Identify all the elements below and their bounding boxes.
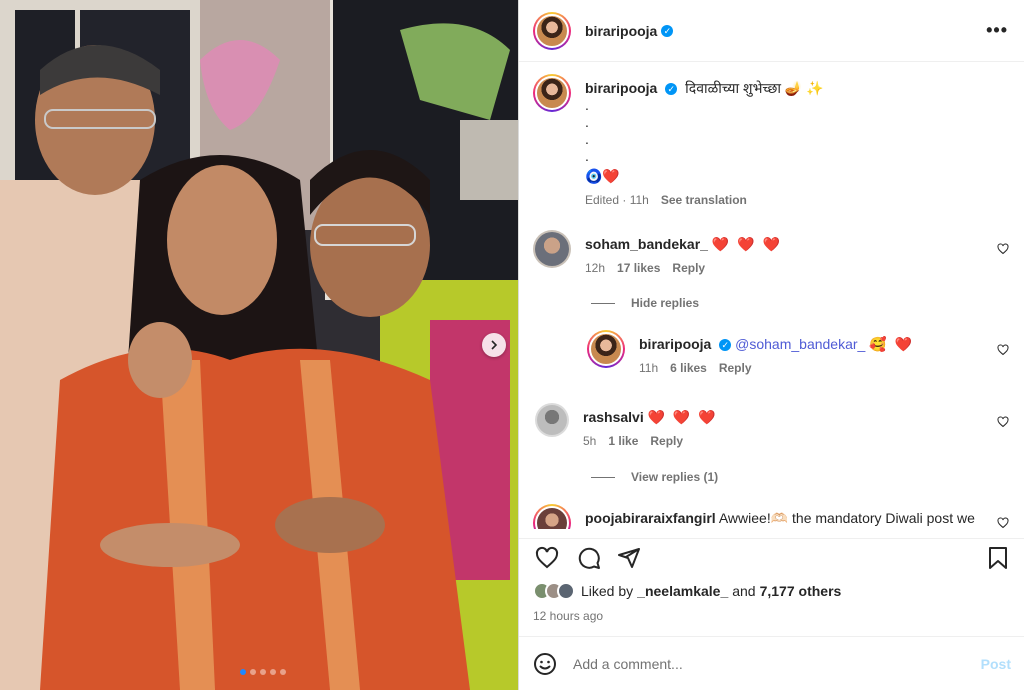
comment-text: ❤️ ❤️ ❤️ xyxy=(711,236,782,252)
heart-icon[interactable] xyxy=(535,546,559,570)
reply-button[interactable]: Reply xyxy=(719,361,752,375)
carousel-dots xyxy=(240,669,286,675)
caption-emojis: 🧿❤️ xyxy=(585,168,620,184)
comment-text: Awwiee!🫶🏻 the mandatory Diwali post we xyxy=(718,510,975,526)
post-comment-button[interactable]: Post xyxy=(981,656,1011,672)
post-details-panel: biraripooja ✓ ••• biraripooja ✓ दिवाळीच्… xyxy=(518,0,1024,690)
action-bar xyxy=(519,538,1024,576)
family-photo xyxy=(0,0,518,690)
caption: biraripooja ✓ दिवाळीच्या शुभेच्छा 🪔 ✨ . … xyxy=(533,74,824,207)
comment-like-heart-icon[interactable] xyxy=(997,344,1009,356)
comment-input[interactable] xyxy=(573,655,981,672)
author-avatar[interactable] xyxy=(533,11,571,50)
carousel-dot[interactable] xyxy=(260,669,266,675)
caption-username[interactable]: biraripooja xyxy=(585,80,657,96)
comments-scroll-area[interactable]: biraripooja ✓ दिवाळीच्या शुभेच्छा 🪔 ✨ . … xyxy=(519,62,1024,529)
carousel-dot[interactable] xyxy=(280,669,286,675)
comment-likes[interactable]: 17 likes xyxy=(617,261,660,275)
likes-count[interactable]: 7,177 others xyxy=(760,583,842,599)
liked-by-and: and xyxy=(732,583,756,599)
commenter-username[interactable]: rashsalvi xyxy=(583,409,644,425)
caption-edited-time: Edited · 11h xyxy=(585,193,649,207)
commenter-avatar[interactable] xyxy=(535,403,569,437)
more-options-icon[interactable]: ••• xyxy=(986,20,1008,41)
comment-item: soham_bandekar_ ❤️ ❤️ ❤️ 12h 17 likes Re… xyxy=(533,230,782,275)
send-icon[interactable] xyxy=(617,546,641,570)
reply-button[interactable]: Reply xyxy=(672,261,705,275)
reply-item: biraripooja ✓ @soham_bandekar_ 🥰 ❤️ 11h … xyxy=(587,330,914,375)
liked-by-label: Liked by xyxy=(581,583,634,599)
post-time[interactable]: 12 hours ago xyxy=(533,609,603,623)
chevron-right-icon xyxy=(491,340,498,350)
reply-time: 11h xyxy=(639,361,659,375)
next-photo-button[interactable] xyxy=(482,333,506,357)
reply-button[interactable]: Reply xyxy=(650,434,683,448)
reply-text: 🥰 ❤️ xyxy=(869,336,914,352)
hide-replies-button[interactable]: Hide replies xyxy=(591,296,699,310)
comment-item: rashsalvi ❤️ ❤️ ❤️ 5h 1 like Reply xyxy=(533,403,718,448)
comment-item: poojabiraraixfangirl Awwiee!🫶🏻 the manda… xyxy=(533,504,975,529)
carousel-dot[interactable] xyxy=(250,669,256,675)
caption-dots: . . . . xyxy=(585,97,589,164)
commenter-avatar[interactable] xyxy=(533,504,571,529)
view-replies-button[interactable]: View replies (1) xyxy=(591,470,718,484)
comment-text: ❤️ ❤️ ❤️ xyxy=(647,409,718,425)
comment-time: 12h xyxy=(585,261,606,275)
comment-like-heart-icon[interactable] xyxy=(997,416,1009,428)
reply-username[interactable]: biraripooja xyxy=(639,336,711,352)
reply-mention-link[interactable]: @soham_bandekar_ xyxy=(735,336,865,352)
reply-avatar[interactable] xyxy=(587,330,625,368)
commenter-username[interactable]: soham_bandekar_ xyxy=(585,236,708,252)
reply-likes[interactable]: 6 likes xyxy=(670,361,707,375)
liker-avatar[interactable] xyxy=(557,582,575,600)
post-header: biraripooja ✓ ••• xyxy=(519,0,1024,62)
comment-like-heart-icon[interactable] xyxy=(997,243,1009,255)
comment-icon[interactable] xyxy=(577,546,601,570)
add-comment-bar: Post xyxy=(519,636,1024,690)
verified-badge-icon: ✓ xyxy=(661,24,674,37)
verified-badge-icon: ✓ xyxy=(719,339,732,352)
emoji-smile-icon[interactable] xyxy=(533,652,557,676)
comment-like-heart-icon[interactable] xyxy=(997,517,1009,529)
verified-badge-icon: ✓ xyxy=(665,83,678,96)
see-translation-link[interactable]: See translation xyxy=(661,193,747,207)
author-username[interactable]: biraripooja xyxy=(585,23,657,39)
caption-text: दिवाळीच्या शुभेच्छा 🪔 ✨ xyxy=(685,80,824,96)
carousel-dot[interactable] xyxy=(240,669,246,675)
commenter-username[interactable]: poojabiraraixfangirl xyxy=(585,510,716,526)
bookmark-icon[interactable] xyxy=(987,546,1009,570)
comment-time: 5h xyxy=(583,434,597,448)
caption-avatar[interactable] xyxy=(533,74,571,112)
commenter-avatar[interactable] xyxy=(533,230,571,268)
comment-likes[interactable]: 1 like xyxy=(608,434,638,448)
post-photo[interactable] xyxy=(0,0,518,690)
liker-username[interactable]: _neelamkale_ xyxy=(637,583,728,599)
carousel-dot[interactable] xyxy=(270,669,276,675)
liked-by-summary: Liked by _neelamkale_ and 7,177 others xyxy=(533,582,841,600)
